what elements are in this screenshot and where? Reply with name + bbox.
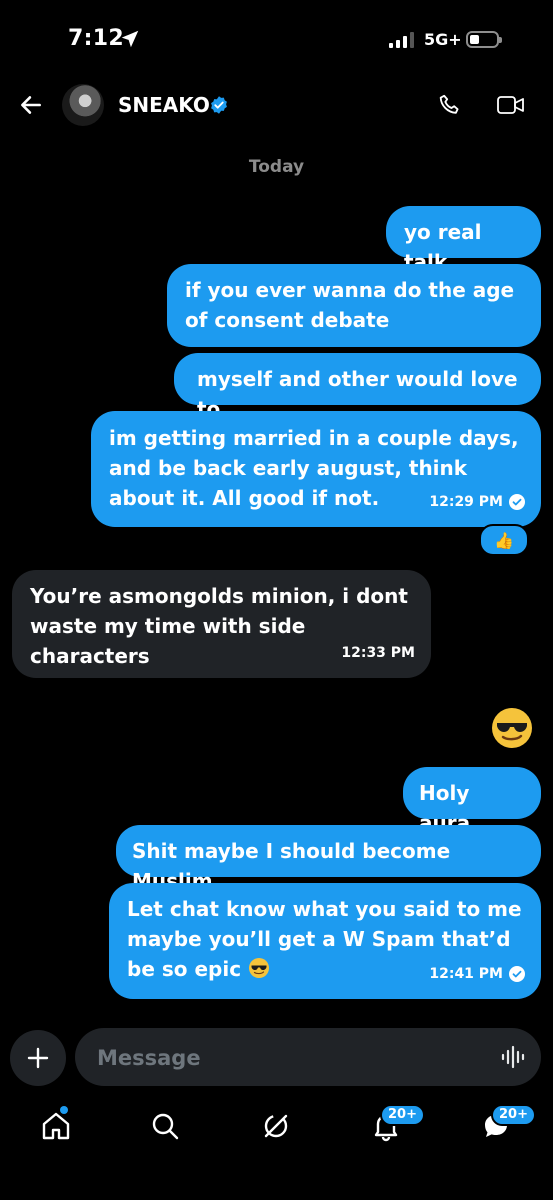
verified-badge-icon — [211, 96, 227, 114]
date-separator: Today — [248, 157, 305, 177]
read-receipt-icon — [509, 494, 525, 510]
search-icon[interactable] — [147, 1108, 183, 1144]
signal-strength-icon — [389, 32, 414, 48]
message-timestamp: 12:33 PM — [341, 645, 415, 661]
network-type: 5G+ — [424, 30, 462, 49]
message-bubble-outgoing[interactable]: myself and other would love to — [174, 353, 541, 421]
message-bubble-outgoing[interactable]: if you ever wanna do the age of consent … — [167, 264, 541, 347]
messages-badge: 20+ — [491, 1104, 536, 1126]
sunglasses-emoji-icon — [249, 958, 270, 978]
phone-call-icon[interactable] — [437, 92, 463, 118]
video-call-icon[interactable] — [496, 93, 526, 117]
message-meta: 12:41 PM — [429, 959, 525, 989]
message-bubble-outgoing[interactable]: Shit maybe I should become Muslim — [116, 825, 541, 893]
message-bubble-outgoing[interactable]: Let chat know what you said to me maybe … — [109, 883, 541, 999]
message-meta: 12:29 PM — [429, 487, 525, 517]
home-icon[interactable] — [38, 1108, 74, 1144]
back-arrow-icon[interactable] — [18, 92, 44, 118]
voice-message-icon[interactable] — [501, 1045, 527, 1069]
read-receipt-icon — [509, 966, 525, 982]
contact-avatar[interactable] — [62, 84, 104, 126]
grok-icon[interactable] — [258, 1108, 294, 1144]
message-composer[interactable] — [75, 1028, 541, 1086]
message-text: if you ever wanna do the age of consent … — [185, 278, 515, 332]
reaction-emoji: 👍 — [494, 530, 514, 550]
message-timestamp: 12:41 PM — [429, 966, 503, 982]
plus-icon — [27, 1047, 49, 1069]
battery-icon — [466, 31, 502, 48]
location-arrow-icon — [121, 30, 139, 48]
status-time: 7:12 — [68, 26, 124, 51]
message-bubble-outgoing[interactable]: Holy aura — [403, 767, 541, 835]
message-bubble-outgoing[interactable]: im getting married in a couple days, and… — [91, 411, 541, 527]
contact-name[interactable]: SNEAKO — [118, 93, 210, 117]
home-notification-dot — [60, 1106, 68, 1114]
thumbs-up-reaction[interactable]: 👍 — [479, 524, 529, 556]
message-meta: 12:33 PM — [341, 638, 415, 668]
message-bubble-outgoing[interactable]: yo real talk — [386, 206, 541, 274]
notifications-badge: 20+ — [380, 1104, 425, 1126]
message-timestamp: 12:29 PM — [429, 494, 503, 510]
message-input[interactable] — [95, 1042, 479, 1074]
sunglasses-emoji-icon[interactable] — [490, 706, 534, 750]
add-attachment-button[interactable] — [10, 1030, 66, 1086]
message-bubble-incoming[interactable]: You’re asmongolds minion, i dont waste m… — [12, 570, 431, 678]
